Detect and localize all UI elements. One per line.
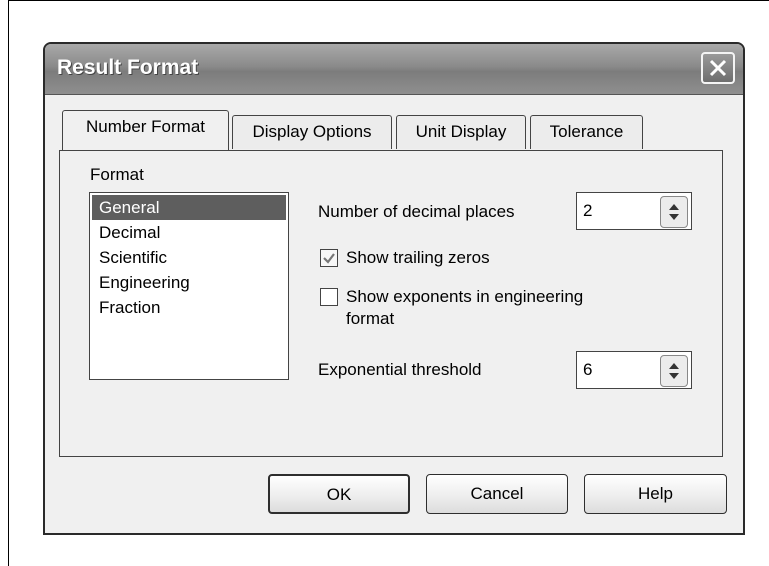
close-icon: [709, 59, 727, 77]
spin-updown-icon: [669, 204, 679, 220]
list-item-engineering[interactable]: Engineering: [92, 270, 286, 295]
show-exponents-checkbox[interactable]: [320, 288, 338, 306]
show-exponents-label: Show exponents in engineering format: [346, 286, 583, 330]
ok-button[interactable]: OK: [268, 474, 410, 514]
list-item-decimal[interactable]: Decimal: [92, 220, 286, 245]
list-item-fraction[interactable]: Fraction: [92, 295, 286, 320]
show-trailing-zeros-label: Show trailing zeros: [346, 248, 490, 267]
show-trailing-zeros-checkbox[interactable]: [320, 249, 338, 267]
checkmark-icon: [323, 253, 335, 264]
spin-arrows-icon[interactable]: [660, 355, 688, 387]
tab-tolerance[interactable]: Tolerance: [530, 115, 643, 149]
exponential-threshold-label: Exponential threshold: [318, 360, 482, 379]
cancel-button[interactable]: Cancel: [426, 474, 568, 514]
format-label: Format: [90, 165, 144, 184]
tab-label: Number Format: [85, 117, 206, 136]
exponential-threshold-value: 6: [583, 360, 593, 379]
show-exponents-row[interactable]: Show exponents in engineering format: [320, 286, 583, 330]
tab-display-options[interactable]: Display Options: [232, 115, 392, 149]
tab-label: Display Options: [252, 122, 372, 141]
spin-updown-icon: [669, 363, 679, 379]
show-exponents-label-line1: Show exponents in engineering: [346, 287, 584, 306]
spin-arrows-icon[interactable]: [660, 196, 688, 228]
title-bar[interactable]: Result Format: [45, 44, 743, 95]
decimal-places-value: 2: [583, 201, 593, 220]
dialog-title: Result Format: [57, 56, 199, 79]
decimal-places-label: Number of decimal places: [318, 202, 515, 221]
show-trailing-zeros-row[interactable]: Show trailing zeros: [320, 247, 490, 269]
exponential-threshold-spinner[interactable]: 6: [576, 351, 692, 389]
list-item-general[interactable]: General: [92, 195, 286, 220]
format-listbox[interactable]: General Decimal Scientific Engineering F…: [89, 192, 289, 380]
decimal-places-spinner[interactable]: 2: [576, 192, 692, 230]
help-button[interactable]: Help: [584, 474, 727, 514]
show-exponents-label-line2: format: [346, 309, 395, 328]
list-item-scientific[interactable]: Scientific: [92, 245, 286, 270]
tab-unit-display[interactable]: Unit Display: [396, 115, 526, 149]
tab-label: Unit Display: [415, 122, 507, 141]
tab-label: Tolerance: [549, 122, 624, 141]
tab-number-format[interactable]: Number Format: [62, 110, 229, 150]
close-button[interactable]: [701, 52, 735, 84]
